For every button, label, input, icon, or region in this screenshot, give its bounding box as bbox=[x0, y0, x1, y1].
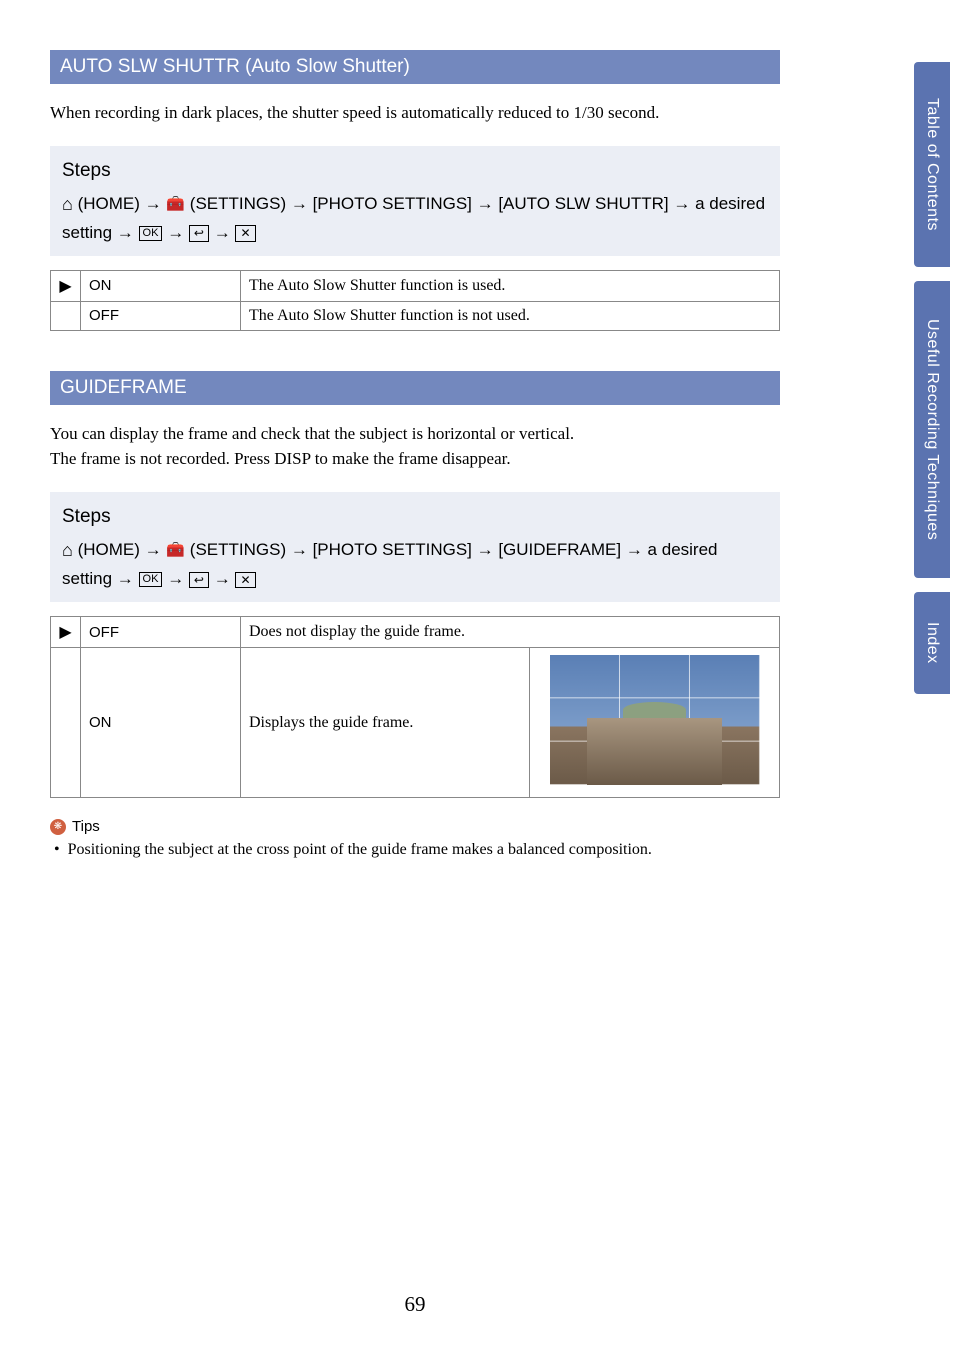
steps-title: Steps bbox=[62, 156, 768, 186]
section-intro-guideframe: You can display the frame and check that… bbox=[50, 421, 780, 447]
tab-table-of-contents[interactable]: Table of Contents bbox=[914, 62, 950, 267]
default-marker: ▶ bbox=[51, 617, 81, 648]
steps-title: Steps bbox=[62, 502, 768, 532]
close-icon: ✕ bbox=[235, 572, 255, 588]
default-marker bbox=[51, 648, 81, 798]
steps-box-auto-slw: Steps ⌂ (HOME) → 🧰 (SETTINGS) → [PHOTO S… bbox=[50, 146, 780, 256]
return-icon: ↩ bbox=[189, 225, 209, 241]
tips-icon: ❋ bbox=[50, 819, 66, 835]
steps-box-guideframe: Steps ⌂ (HOME) → 🧰 (SETTINGS) → [PHOTO S… bbox=[50, 492, 780, 602]
tips-item: • Positioning the subject at the cross p… bbox=[50, 841, 780, 859]
close-icon: ✕ bbox=[235, 225, 255, 241]
section-intro2-guideframe: The frame is not recorded. Press DISP to… bbox=[50, 446, 780, 472]
tips-header: ❋ Tips bbox=[50, 818, 780, 835]
arrow-icon: → bbox=[167, 223, 184, 242]
section-intro-auto-slw: When recording in dark places, the shutt… bbox=[50, 100, 780, 126]
options-table-auto-slw: ▶ ON The Auto Slow Shutter function is u… bbox=[50, 270, 780, 331]
section-header-auto-slw: AUTO SLW SHUTTR (Auto Slow Shutter) bbox=[50, 50, 780, 84]
table-row: ON Displays the guide frame. bbox=[51, 648, 780, 798]
return-icon: ↩ bbox=[189, 572, 209, 588]
option-name: ON bbox=[81, 648, 241, 798]
arrow-icon: → bbox=[214, 569, 231, 588]
bullet-icon: • bbox=[54, 841, 60, 858]
option-name: OFF bbox=[81, 301, 241, 330]
option-name: ON bbox=[81, 270, 241, 301]
page-number: 69 bbox=[0, 1292, 830, 1317]
steps-path: ⌂ (HOME) → 🧰 (SETTINGS) → [PHOTO SETTING… bbox=[62, 190, 768, 246]
ok-icon: OK bbox=[139, 226, 163, 241]
option-name: OFF bbox=[81, 617, 241, 648]
section-header-guideframe: GUIDEFRAME bbox=[50, 371, 780, 405]
default-marker: ▶ bbox=[51, 270, 81, 301]
side-tabs: Table of Contents Useful Recording Techn… bbox=[914, 62, 954, 708]
steps-path: ⌂ (HOME) → 🧰 (SETTINGS) → [PHOTO SETTING… bbox=[62, 536, 768, 592]
toolbox-icon: 🧰 bbox=[166, 195, 185, 212]
arrow-icon: → bbox=[167, 569, 184, 588]
arrow-icon: → bbox=[214, 223, 231, 242]
option-desc: The Auto Slow Shutter function is used. bbox=[241, 270, 780, 301]
tab-useful-recording[interactable]: Useful Recording Techniques bbox=[914, 281, 950, 578]
option-desc: Displays the guide frame. bbox=[241, 648, 530, 798]
table-row: ▶ OFF Does not display the guide frame. bbox=[51, 617, 780, 648]
options-table-guideframe: ▶ OFF Does not display the guide frame. … bbox=[50, 616, 780, 798]
tips-label: Tips bbox=[72, 818, 100, 835]
option-desc: The Auto Slow Shutter function is not us… bbox=[241, 301, 780, 330]
option-desc: Does not display the guide frame. bbox=[241, 617, 780, 648]
table-row: ▶ ON The Auto Slow Shutter function is u… bbox=[51, 270, 780, 301]
option-image-cell bbox=[530, 648, 780, 798]
tab-index[interactable]: Index bbox=[914, 592, 950, 694]
guideframe-sample-image bbox=[550, 655, 760, 785]
ok-icon: OK bbox=[139, 572, 163, 587]
default-marker bbox=[51, 301, 81, 330]
tips-text: Positioning the subject at the cross poi… bbox=[68, 841, 652, 858]
toolbox-icon: 🧰 bbox=[166, 542, 185, 559]
home-icon: ⌂ bbox=[62, 540, 73, 560]
home-icon: ⌂ bbox=[62, 194, 73, 214]
table-row: OFF The Auto Slow Shutter function is no… bbox=[51, 301, 780, 330]
